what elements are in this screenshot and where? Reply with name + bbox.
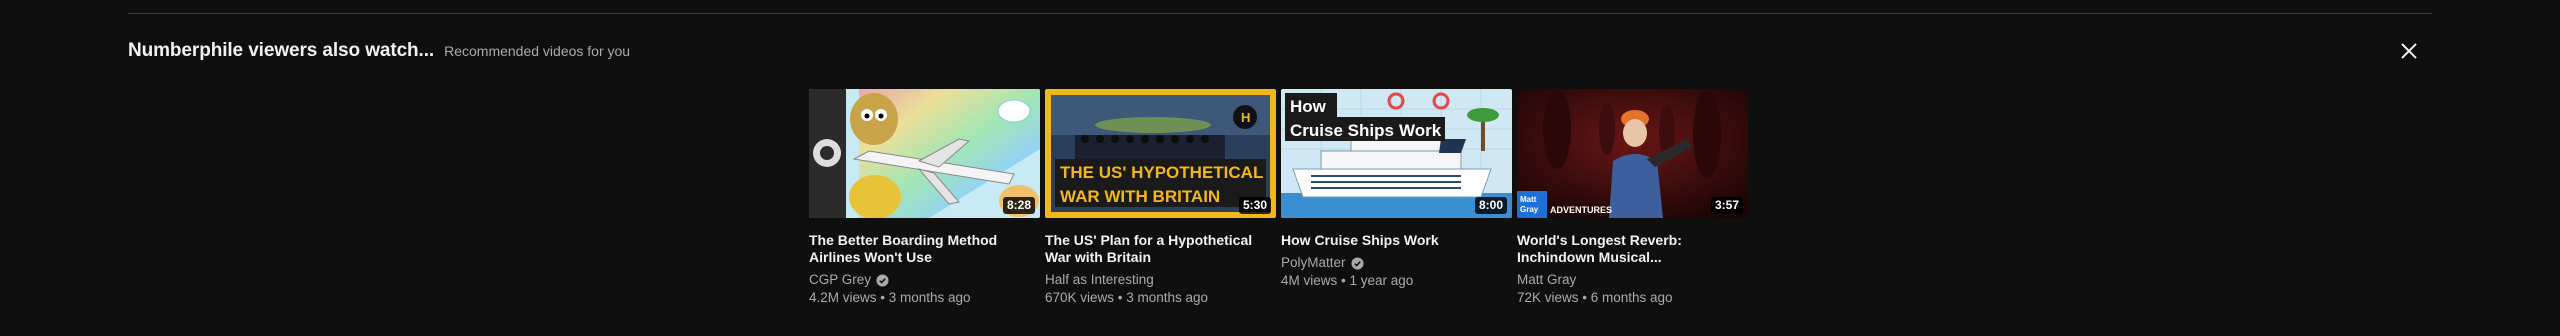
video-meta: 4M views • 1 year ago <box>1281 273 1414 288</box>
shelf-title: Numberphile viewers also watch... <box>128 40 435 61</box>
verified-check-icon <box>876 273 889 287</box>
video-title[interactable]: World's Longest Reverb: Inchindown Music… <box>1517 232 1743 266</box>
video-card[interactable]: How Cruise Ships Work 8:00 How Cruise Sh… <box>1281 89 1512 307</box>
shelf-header: Numberphile viewers also watch... Recomm… <box>128 40 630 64</box>
video-duration: 8:00 <box>1474 197 1507 214</box>
svg-text:H: H <box>1241 110 1250 125</box>
thumbnail-text-work: Work <box>1399 121 1442 140</box>
channel-name[interactable]: CGP Grey <box>809 271 1040 289</box>
recommendation-shelf: Numberphile viewers also watch... Recomm… <box>0 0 2560 336</box>
divider <box>128 13 2432 14</box>
thumbnail-text-matt: Matt <box>1520 195 1537 204</box>
channel-label: PolyMatter <box>1281 255 1346 270</box>
channel-label: CGP Grey <box>809 272 872 287</box>
video-card[interactable]: 8:28 The Better Boarding Method Airlines… <box>809 89 1040 307</box>
video-thumbnail[interactable]: 8:28 <box>809 89 1040 218</box>
channel-name[interactable]: Half as Interesting <box>1045 271 1276 289</box>
video-thumbnail[interactable]: How Cruise Ships Work 8:00 <box>1281 89 1512 218</box>
thumbnail-text-how: How <box>1290 97 1327 116</box>
thumbnail-text-gray: Gray <box>1520 205 1539 214</box>
video-title[interactable]: How Cruise Ships Work <box>1281 232 1507 249</box>
video-thumbnail[interactable]: H THE US' HYPOTHETICAL WAR WITH BRITAIN … <box>1045 89 1276 218</box>
thumbnail-text-adventures: ADVENTURES <box>1550 205 1612 215</box>
video-duration: 8:28 <box>1002 197 1035 214</box>
video-title[interactable]: The US' Plan for a Hypothetical War with… <box>1045 232 1271 266</box>
close-icon <box>2401 43 2417 59</box>
video-card[interactable]: Matt Gray ADVENTURES 3:57 World's Longes… <box>1517 89 1748 307</box>
thumbnail-text-line-2: WAR WITH BRITAIN <box>1060 187 1220 206</box>
video-card[interactable]: H THE US' HYPOTHETICAL WAR WITH BRITAIN … <box>1045 89 1276 307</box>
close-button[interactable] <box>2396 38 2422 64</box>
channel-name[interactable]: Matt Gray <box>1517 271 1748 289</box>
channel-label: Half as Interesting <box>1045 272 1154 287</box>
thumbnail-text-line-1: THE US' HYPOTHETICAL <box>1060 163 1263 182</box>
channel-label: Matt Gray <box>1517 272 1577 287</box>
video-meta: 670K views • 3 months ago <box>1045 290 1209 305</box>
video-duration: 5:30 <box>1238 197 1271 214</box>
verified-check-icon <box>1350 256 1364 270</box>
thumbnail-text-cruise-ships: Cruise Ships <box>1290 121 1394 140</box>
video-thumbnail[interactable]: Matt Gray ADVENTURES 3:57 <box>1517 89 1748 218</box>
video-duration: 3:57 <box>1710 197 1743 214</box>
shelf-subtitle: Recommended videos for you <box>444 43 631 59</box>
video-shelf: 8:28 The Better Boarding Method Airlines… <box>809 89 1748 307</box>
video-title[interactable]: The Better Boarding Method Airlines Won'… <box>809 232 1035 266</box>
video-meta: 4.2M views • 3 months ago <box>809 290 971 305</box>
channel-name[interactable]: PolyMatter <box>1281 254 1512 272</box>
video-meta: 72K views • 6 months ago <box>1517 290 1673 305</box>
